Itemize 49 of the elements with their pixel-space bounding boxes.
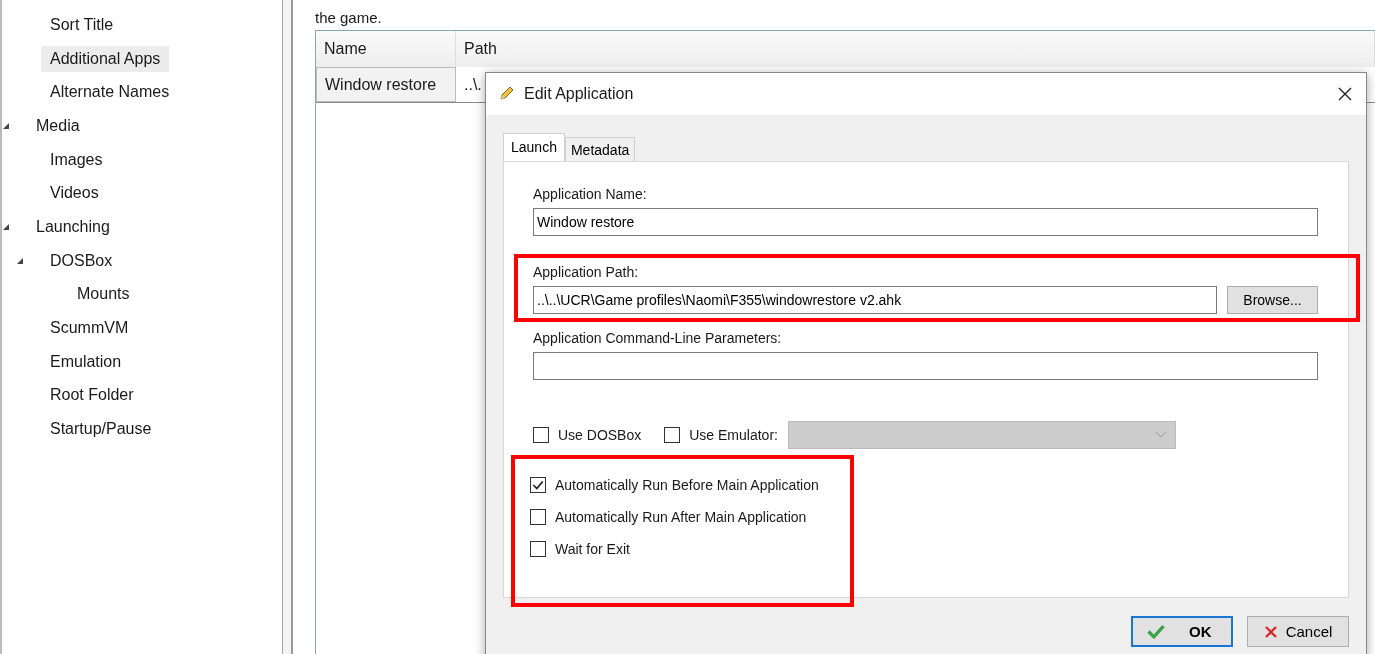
checkbox-label: Automatically Run After Main Application	[555, 509, 807, 525]
checkbox[interactable]	[530, 509, 546, 525]
tree-item[interactable]: Media	[27, 112, 89, 139]
pencil-icon	[498, 86, 514, 102]
checkmark-icon	[1147, 624, 1165, 639]
checkbox[interactable]	[664, 427, 681, 443]
checkbox[interactable]	[533, 427, 549, 443]
tab[interactable]: Metadata	[564, 137, 636, 161]
expander-icon[interactable]	[2, 222, 10, 231]
checkbox-label: Use DOSBox	[558, 427, 642, 443]
tree-item[interactable]: Additional Apps	[41, 45, 170, 72]
checkbox[interactable]	[530, 477, 546, 493]
checkbox-label: Use Emulator:	[689, 427, 778, 443]
browse-button[interactable]: Browse...	[1227, 286, 1318, 314]
checkbox-label: Automatically Run Before Main Application	[555, 477, 819, 493]
checkbox[interactable]	[530, 541, 546, 557]
caret-icon	[1154, 431, 1167, 439]
expander-icon[interactable]	[16, 256, 24, 265]
table-cell: Window restore	[316, 67, 456, 102]
tab[interactable]: Launch	[503, 133, 565, 161]
column-header[interactable]: Name	[316, 31, 456, 67]
column-header[interactable]: Path	[456, 31, 1375, 67]
field-label: Application Path:	[533, 264, 640, 282]
tree-item[interactable]: Alternate Names	[41, 79, 179, 106]
dialog-title: Edit Application	[524, 85, 635, 103]
checkbox-label: Wait for Exit	[555, 541, 630, 557]
close-icon	[1263, 624, 1278, 639]
tree-item[interactable]: Startup/Pause	[41, 416, 161, 443]
tree-item[interactable]: Launching	[27, 213, 119, 240]
description-text: the game.	[315, 8, 383, 28]
input-field[interactable]: Window restore	[533, 208, 1318, 236]
tree-item[interactable]: Emulation	[41, 348, 131, 375]
ok-button[interactable]: OK	[1131, 616, 1233, 647]
tree-item[interactable]: Videos	[41, 180, 108, 207]
tree-item[interactable]: Mounts	[68, 281, 139, 308]
tree-item[interactable]: ScummVM	[41, 315, 138, 342]
table-cell-text: ..\.	[463, 74, 483, 95]
tree-item[interactable]: Root Folder	[41, 382, 143, 409]
splitter[interactable]	[282, 0, 293, 654]
tree-item[interactable]: Images	[41, 146, 112, 173]
tree-item[interactable]: Sort Title	[41, 11, 123, 38]
input-field[interactable]	[533, 352, 1318, 380]
expander-icon[interactable]	[2, 121, 10, 130]
input-field[interactable]: ..\..\UCR\Game profiles\Naomi\F355\windowrestore v2.ahk	[533, 286, 1217, 314]
tree-item[interactable]: DOSBox	[41, 247, 122, 274]
field-label: Application Name:	[533, 186, 648, 204]
field-label: Application Command-Line Parameters:	[533, 330, 783, 348]
close-icon[interactable]	[1338, 87, 1352, 101]
cancel-button[interactable]: Cancel	[1247, 616, 1349, 647]
